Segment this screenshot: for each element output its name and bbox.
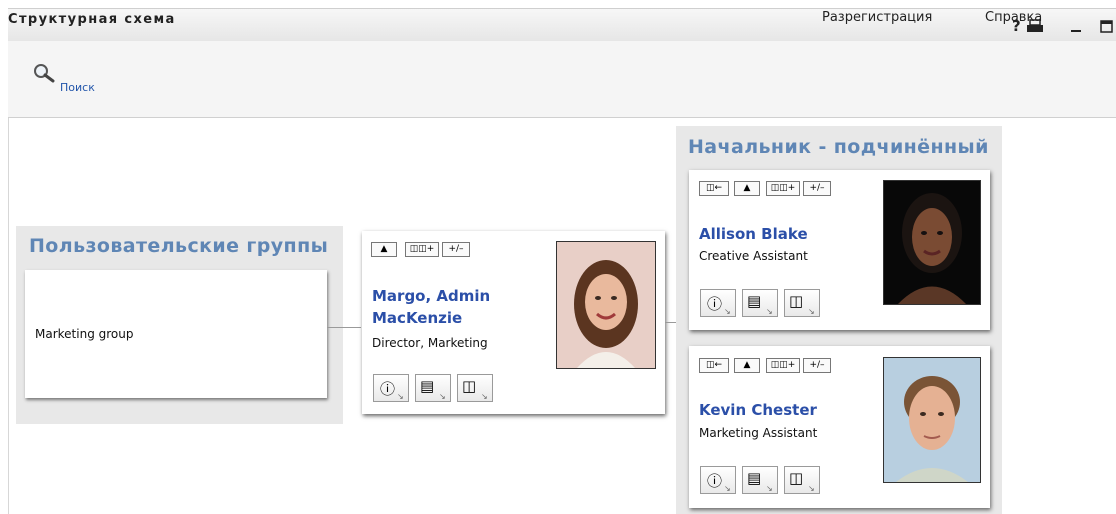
expand-org-icon[interactable]: ◫◫+ <box>766 358 800 373</box>
email-button[interactable] <box>742 289 778 317</box>
report-person-photo <box>883 357 981 483</box>
page-title: Структурная схема <box>8 12 176 27</box>
expand-org-icon[interactable]: ◫◫+ <box>405 242 439 257</box>
connector-line <box>327 327 361 328</box>
focus-person-name[interactable]: Margo, Admin MacKenzie <box>372 285 490 329</box>
focus-person-title: Director, Marketing <box>372 336 488 350</box>
up-arrow-icon[interactable]: ▲ <box>371 242 397 257</box>
report-person-title: Creative Assistant <box>699 249 808 263</box>
expand-org-icon[interactable]: ◫◫+ <box>766 181 800 196</box>
report-person-name[interactable]: Kevin Chester <box>699 399 817 421</box>
focus-person-photo <box>556 241 656 369</box>
go-to-manager-icon[interactable]: ◫← <box>699 181 729 196</box>
go-to-manager-icon[interactable]: ◫← <box>699 358 729 373</box>
search-bar <box>8 41 1116 118</box>
toggle-expand-icon[interactable]: +/– <box>803 181 831 196</box>
logout-link[interactable]: Разрегистрация <box>822 10 932 25</box>
reports-section-title: Начальник - подчинённый <box>688 136 989 158</box>
email-button[interactable] <box>415 374 451 402</box>
groups-section-title: Пользовательские группы <box>29 235 329 257</box>
portrait-image <box>884 181 980 304</box>
report-person-title: Marketing Assistant <box>699 426 818 440</box>
toggle-expand-icon[interactable]: +/– <box>803 358 831 373</box>
svg-text:?: ? <box>1012 17 1021 34</box>
focus-person-name-line2[interactable]: MacKenzie <box>372 307 490 329</box>
search-link[interactable]: Поиск <box>60 81 95 94</box>
print-icon[interactable] <box>1026 19 1044 33</box>
up-arrow-icon[interactable]: ▲ <box>734 181 760 196</box>
search-icon[interactable] <box>32 62 56 86</box>
info-button[interactable] <box>373 374 409 402</box>
portrait-image <box>557 242 655 368</box>
org-chart-button[interactable] <box>784 289 820 317</box>
minimize-icon[interactable] <box>1070 28 1084 34</box>
focus-person-name-line1[interactable]: Margo, Admin <box>372 285 490 307</box>
portrait-image <box>884 358 980 482</box>
toggle-expand-icon[interactable]: +/– <box>442 242 470 257</box>
left-divider <box>8 118 9 514</box>
up-arrow-icon[interactable]: ▲ <box>734 358 760 373</box>
org-chart-button[interactable] <box>457 374 493 402</box>
org-chart-button[interactable] <box>784 466 820 494</box>
help-icon[interactable]: ? <box>1010 16 1024 34</box>
group-name[interactable]: Marketing group <box>35 327 133 341</box>
info-button[interactable] <box>700 289 736 317</box>
info-button[interactable] <box>700 466 736 494</box>
email-button[interactable] <box>742 466 778 494</box>
maximize-icon[interactable] <box>1100 20 1114 34</box>
report-person-photo <box>883 180 981 305</box>
report-person-name[interactable]: Allison Blake <box>699 223 808 245</box>
